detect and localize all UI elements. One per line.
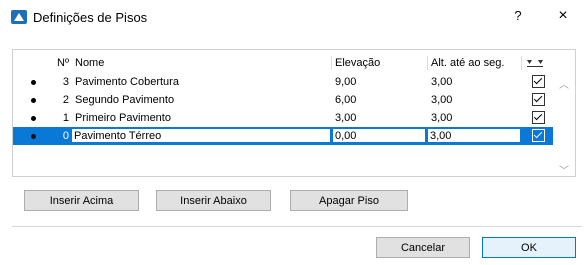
header-num[interactable]: Nº (57, 54, 69, 72)
scroll-down-icon[interactable]: ﹀ (559, 162, 569, 177)
row-alt[interactable]: 3,00 (431, 109, 452, 127)
row-number: 1 (62, 112, 69, 124)
row-alt[interactable]: 3,00 (431, 73, 452, 91)
cancel-button[interactable]: Cancelar (376, 237, 470, 258)
table-row[interactable]: 3 Pavimento Cobertura 9,00 3,00 (13, 73, 553, 91)
divider (12, 226, 582, 227)
insert-above-button[interactable]: Inserir Acima (24, 190, 139, 211)
row-number: 2 (62, 94, 69, 106)
row-visibility-checkbox[interactable] (532, 111, 545, 124)
alt-edit-field[interactable]: 3,00 (427, 128, 521, 143)
row-visibility-checkbox[interactable] (532, 129, 545, 142)
scroll-up-icon[interactable]: ︿ (559, 76, 569, 91)
row-name[interactable]: Primeiro Pavimento (75, 109, 171, 127)
table-row-selected[interactable]: 0 Pavimento Térreo 0,00 3,00 (13, 127, 553, 145)
header-alt[interactable]: Alt. até ao seg. (431, 54, 504, 72)
row-bullet (31, 116, 36, 121)
visibility-filter-icon[interactable] (526, 58, 546, 68)
insert-below-button[interactable]: Inserir Abaixo (156, 190, 271, 211)
row-visibility-checkbox[interactable] (532, 93, 545, 106)
dialog-content: Nº Nome Elevação Alt. até ao seg. 3 Pavi… (12, 34, 582, 258)
row-bullet (31, 98, 36, 103)
row-bullet (31, 80, 36, 85)
row-number: 3 (62, 76, 69, 88)
row-elevation[interactable]: 3,00 (335, 109, 356, 127)
story-table: Nº Nome Elevação Alt. até ao seg. 3 Pavi… (12, 49, 576, 177)
title-bar: Definições de Pisos ? × (0, 0, 584, 34)
row-number: 0 (62, 130, 69, 142)
column-divider[interactable] (331, 56, 332, 70)
window-title: Definições de Pisos (33, 10, 148, 25)
row-name[interactable]: Pavimento Cobertura (75, 73, 179, 91)
ok-button[interactable]: OK (482, 237, 576, 258)
column-divider[interactable] (427, 56, 428, 70)
row-alt[interactable]: 3,00 (431, 91, 452, 109)
row-elevation[interactable]: 6,00 (335, 91, 356, 109)
row-bullet (31, 134, 36, 139)
close-button[interactable]: × (554, 7, 572, 25)
header-name[interactable]: Nome (75, 54, 104, 72)
elevation-edit-field[interactable]: 0,00 (332, 128, 426, 143)
column-divider[interactable] (521, 56, 522, 70)
app-icon (11, 10, 27, 24)
name-edit-field[interactable]: Pavimento Térreo (71, 128, 331, 143)
delete-story-button[interactable]: Apagar Piso (290, 190, 408, 211)
row-name[interactable]: Segundo Pavimento (75, 91, 174, 109)
row-elevation[interactable]: 9,00 (335, 73, 356, 91)
help-button[interactable]: ? (510, 8, 526, 26)
table-row[interactable]: 2 Segundo Pavimento 6,00 3,00 (13, 91, 553, 109)
header-elevation[interactable]: Elevação (335, 54, 380, 72)
row-visibility-checkbox[interactable] (532, 75, 545, 88)
table-row[interactable]: 1 Primeiro Pavimento 3,00 3,00 (13, 109, 553, 127)
